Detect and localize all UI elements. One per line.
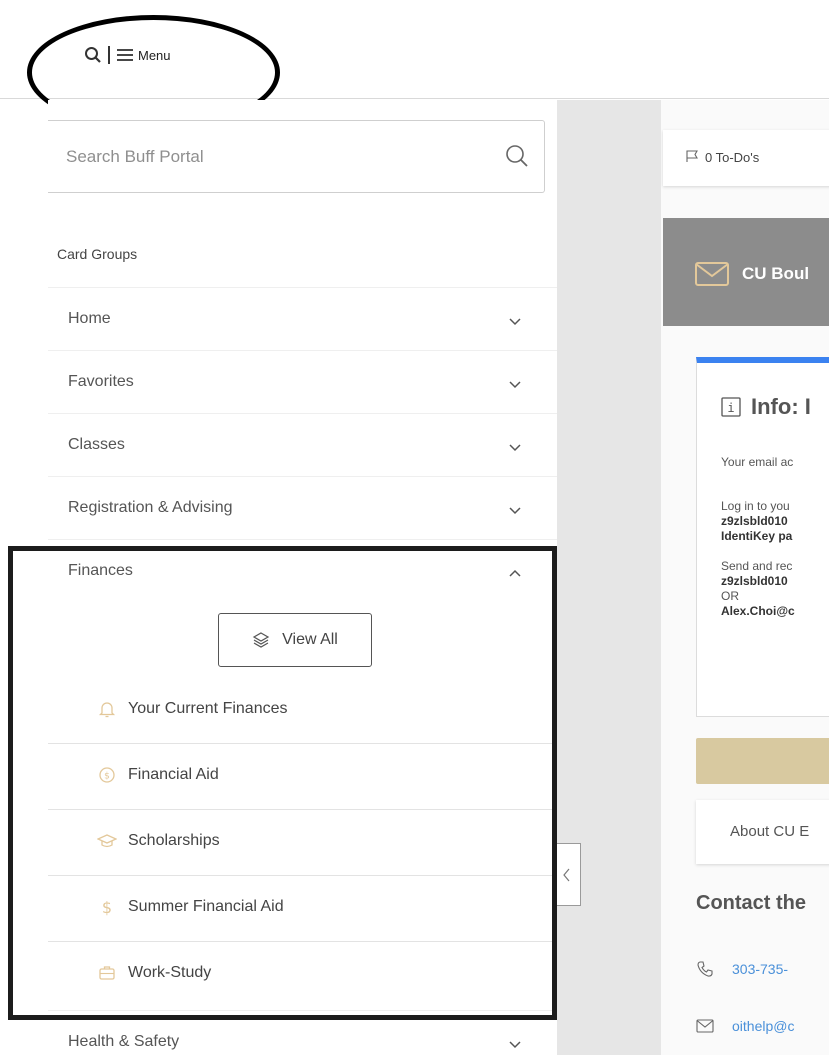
group-favorites[interactable]: Favorites [48, 350, 557, 413]
sidebar: Card Groups Home Favorites Classes Regis… [48, 100, 557, 1055]
content-gutter [557, 100, 661, 1055]
info-send-address: z9zlsbld010 [721, 574, 788, 588]
menu-label: Menu [138, 47, 171, 63]
chevron-down-icon [509, 1041, 521, 1049]
about-label: About CU E [730, 823, 810, 840]
chevron-left-icon [563, 868, 570, 882]
chevron-down-icon [509, 381, 521, 389]
phone-icon [697, 961, 713, 977]
chevron-up-icon [509, 569, 521, 577]
group-label: Health & Safety [68, 1033, 180, 1050]
group-label: Finances [68, 562, 133, 579]
contact-email-link[interactable]: oithelp@c [732, 1018, 794, 1034]
chevron-down-icon [509, 444, 521, 452]
finance-item-work-study[interactable]: Work-Study [48, 942, 557, 1008]
group-label: Registration & Advising [68, 499, 233, 516]
info-card: i Info: I Your email ac Log in to you z9… [696, 357, 829, 717]
group-registration-advising[interactable]: Registration & Advising [48, 476, 557, 539]
group-label: Home [68, 310, 111, 327]
finance-item-label: Scholarships [128, 832, 220, 849]
info-send-or: OR [721, 589, 739, 603]
finance-item-financial-aid[interactable]: $ Financial Aid [48, 744, 557, 810]
contact-email[interactable]: oithelp@c [696, 1018, 794, 1034]
dollar-icon: $ [102, 898, 112, 917]
menu-separator [108, 46, 110, 64]
info-send-alt-address: Alex.Choi@c [721, 604, 795, 618]
group-home[interactable]: Home [48, 287, 557, 350]
todo-label: 0 To-Do's [705, 150, 760, 165]
group-health-safety[interactable]: Health & Safety [48, 1010, 557, 1055]
svg-text:$: $ [104, 772, 110, 782]
email-action-button[interactable] [696, 738, 829, 784]
flag-icon [686, 150, 698, 162]
group-classes[interactable]: Classes [48, 413, 557, 476]
finance-item-label: Financial Aid [128, 766, 219, 783]
dollar-circle-icon: $ [99, 767, 115, 783]
bell-icon [98, 702, 116, 718]
finance-item-label: Your Current Finances [128, 700, 288, 717]
finance-item-scholarships[interactable]: Scholarships [48, 810, 557, 876]
info-title: Info: I [751, 394, 811, 419]
info-header: i Info: I [721, 394, 811, 420]
envelope-icon [696, 1019, 714, 1033]
finance-item-summer-financial-aid[interactable]: $ Summer Financial Aid [48, 876, 557, 942]
finance-item-label: Work-Study [128, 964, 212, 981]
menu-button[interactable]: Menu [84, 46, 171, 64]
contact-phone[interactable]: 303-735- [696, 960, 788, 978]
main-content: 0 To-Do's CU Boul i Info: I Your email a… [661, 100, 829, 1055]
about-card[interactable]: About CU E [696, 800, 829, 864]
email-card-header: CU Boul [663, 218, 829, 326]
info-email-line: Your email ac [721, 455, 794, 469]
info-login-line: Log in to you [721, 499, 790, 513]
info-icon: i [721, 397, 741, 417]
view-all-button[interactable]: View All [218, 613, 372, 667]
graduation-cap-icon [97, 834, 117, 848]
info-send-line: Send and rec [721, 559, 793, 573]
todo-card[interactable]: 0 To-Do's [663, 130, 829, 186]
info-login-password: IdentiKey pa [721, 529, 793, 543]
envelope-icon [695, 262, 729, 286]
chevron-down-icon [509, 507, 521, 515]
contact-heading: Contact the [696, 892, 806, 914]
search-box [48, 120, 545, 193]
info-login-username: z9zlsbld010 [721, 514, 788, 528]
top-bar: Menu [0, 0, 829, 99]
group-label: Classes [68, 436, 125, 453]
finance-item-your-current-finances[interactable]: Your Current Finances [48, 678, 557, 744]
finance-item-label: Summer Financial Aid [128, 898, 284, 915]
chevron-down-icon [509, 318, 521, 326]
search-icon [85, 47, 101, 63]
email-card-title: CU Boul [742, 264, 810, 283]
svg-text:$: $ [102, 898, 112, 917]
search-icon[interactable] [504, 143, 530, 169]
search-input[interactable] [66, 143, 476, 171]
collapse-sidebar-button[interactable] [557, 843, 581, 906]
view-all-label: View All [282, 631, 338, 648]
group-finances[interactable]: Finances [48, 539, 557, 602]
group-label: Favorites [68, 373, 134, 390]
briefcase-icon [99, 966, 115, 980]
contact-phone-link[interactable]: 303-735- [732, 961, 788, 977]
layers-icon [252, 632, 270, 648]
hamburger-icon [117, 49, 133, 61]
svg-text:i: i [727, 401, 734, 415]
card-groups-heading: Card Groups [57, 246, 138, 262]
